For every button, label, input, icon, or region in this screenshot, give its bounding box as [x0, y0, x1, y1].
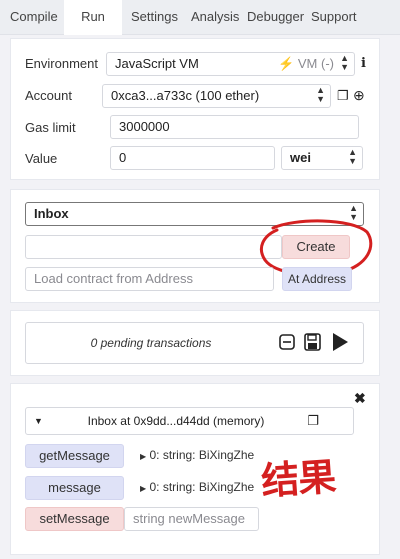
chevron-updown-icon: ▲ ▼: [316, 85, 325, 104]
message-button[interactable]: message: [25, 476, 124, 500]
load-address-input[interactable]: Load contract from Address: [25, 267, 274, 291]
tab-debugger[interactable]: Debugger: [247, 0, 304, 34]
setmessage-input[interactable]: string newMessage: [124, 507, 259, 531]
contract-selected: Inbox: [34, 206, 69, 221]
deployed-instance-panel: ✖ ▼ Inbox at 0x9dd...d44dd (memory) ❐ ge…: [10, 383, 380, 555]
transactions-box: 0 pending transactions: [25, 322, 364, 364]
tab-analysis[interactable]: Analysis: [191, 0, 239, 34]
vm-badge: ⚡ VM (-): [278, 56, 334, 71]
getmessage-button[interactable]: getMessage: [25, 444, 124, 468]
plug-icon: ⚡: [278, 56, 295, 71]
info-icon[interactable]: i: [361, 56, 366, 71]
constructor-args-input[interactable]: [25, 235, 282, 259]
copy-icon[interactable]: ❐: [307, 408, 319, 434]
value-label: Value: [25, 151, 58, 166]
run-settings-panel: Environment JavaScript VM ⚡ VM (-) ▲ ▼ i …: [10, 38, 380, 180]
close-icon[interactable]: ✖: [354, 390, 366, 407]
contract-panel: Inbox ▲ ▼ Create Load contract from Addre…: [10, 189, 380, 303]
account-label: Account: [25, 88, 72, 103]
caret-right-icon[interactable]: ▶: [140, 452, 146, 461]
unit-value: wei: [290, 150, 311, 165]
play-icon[interactable]: [331, 332, 349, 352]
setmessage-button[interactable]: setMessage: [25, 507, 124, 531]
environment-label: Environment: [25, 56, 98, 71]
caret-right-icon[interactable]: ▶: [140, 484, 146, 493]
account-value: 0xca3...a733c (100 ether): [111, 88, 260, 103]
environment-value: JavaScript VM: [115, 56, 199, 71]
top-tab-bar: Compile Run Settings Analysis Debugger S…: [0, 0, 400, 35]
pending-transactions-text: 0 pending transactions: [90, 336, 212, 350]
instance-header[interactable]: ▼ Inbox at 0x9dd...d44dd (memory) ❐: [25, 407, 354, 435]
transactions-panel: 0 pending transactions: [10, 310, 380, 376]
collapse-icon[interactable]: [279, 334, 295, 350]
copy-icon[interactable]: ❐: [337, 88, 349, 104]
gas-limit-label: Gas limit: [25, 120, 76, 135]
tab-compile[interactable]: Compile: [10, 0, 58, 34]
value-input[interactable]: 0: [110, 146, 275, 170]
instance-title: Inbox at 0x9dd...d44dd (memory): [87, 414, 265, 428]
tab-settings[interactable]: Settings: [131, 0, 178, 34]
unit-select[interactable]: wei ▲ ▼: [281, 146, 363, 170]
account-select[interactable]: 0xca3...a733c (100 ether) ▲ ▼: [102, 84, 331, 108]
plus-circle-icon[interactable]: ⊕: [353, 87, 365, 104]
chevron-updown-icon: ▲ ▼: [348, 147, 357, 166]
gas-limit-input[interactable]: 3000000: [110, 115, 359, 139]
save-icon[interactable]: [304, 333, 321, 351]
at-address-button[interactable]: At Address: [282, 267, 352, 291]
tab-run[interactable]: Run: [64, 0, 122, 35]
handwritten-result-annotation: 结果: [259, 454, 337, 504]
tab-support[interactable]: Support: [311, 0, 357, 34]
message-output: ▶ 0: string: BiXingZhe: [140, 480, 255, 494]
environment-select[interactable]: JavaScript VM ⚡ VM (-) ▲ ▼: [106, 52, 355, 76]
chevron-updown-icon: ▲ ▼: [340, 53, 349, 72]
getmessage-output: ▶ 0: string: BiXingZhe: [140, 448, 255, 462]
